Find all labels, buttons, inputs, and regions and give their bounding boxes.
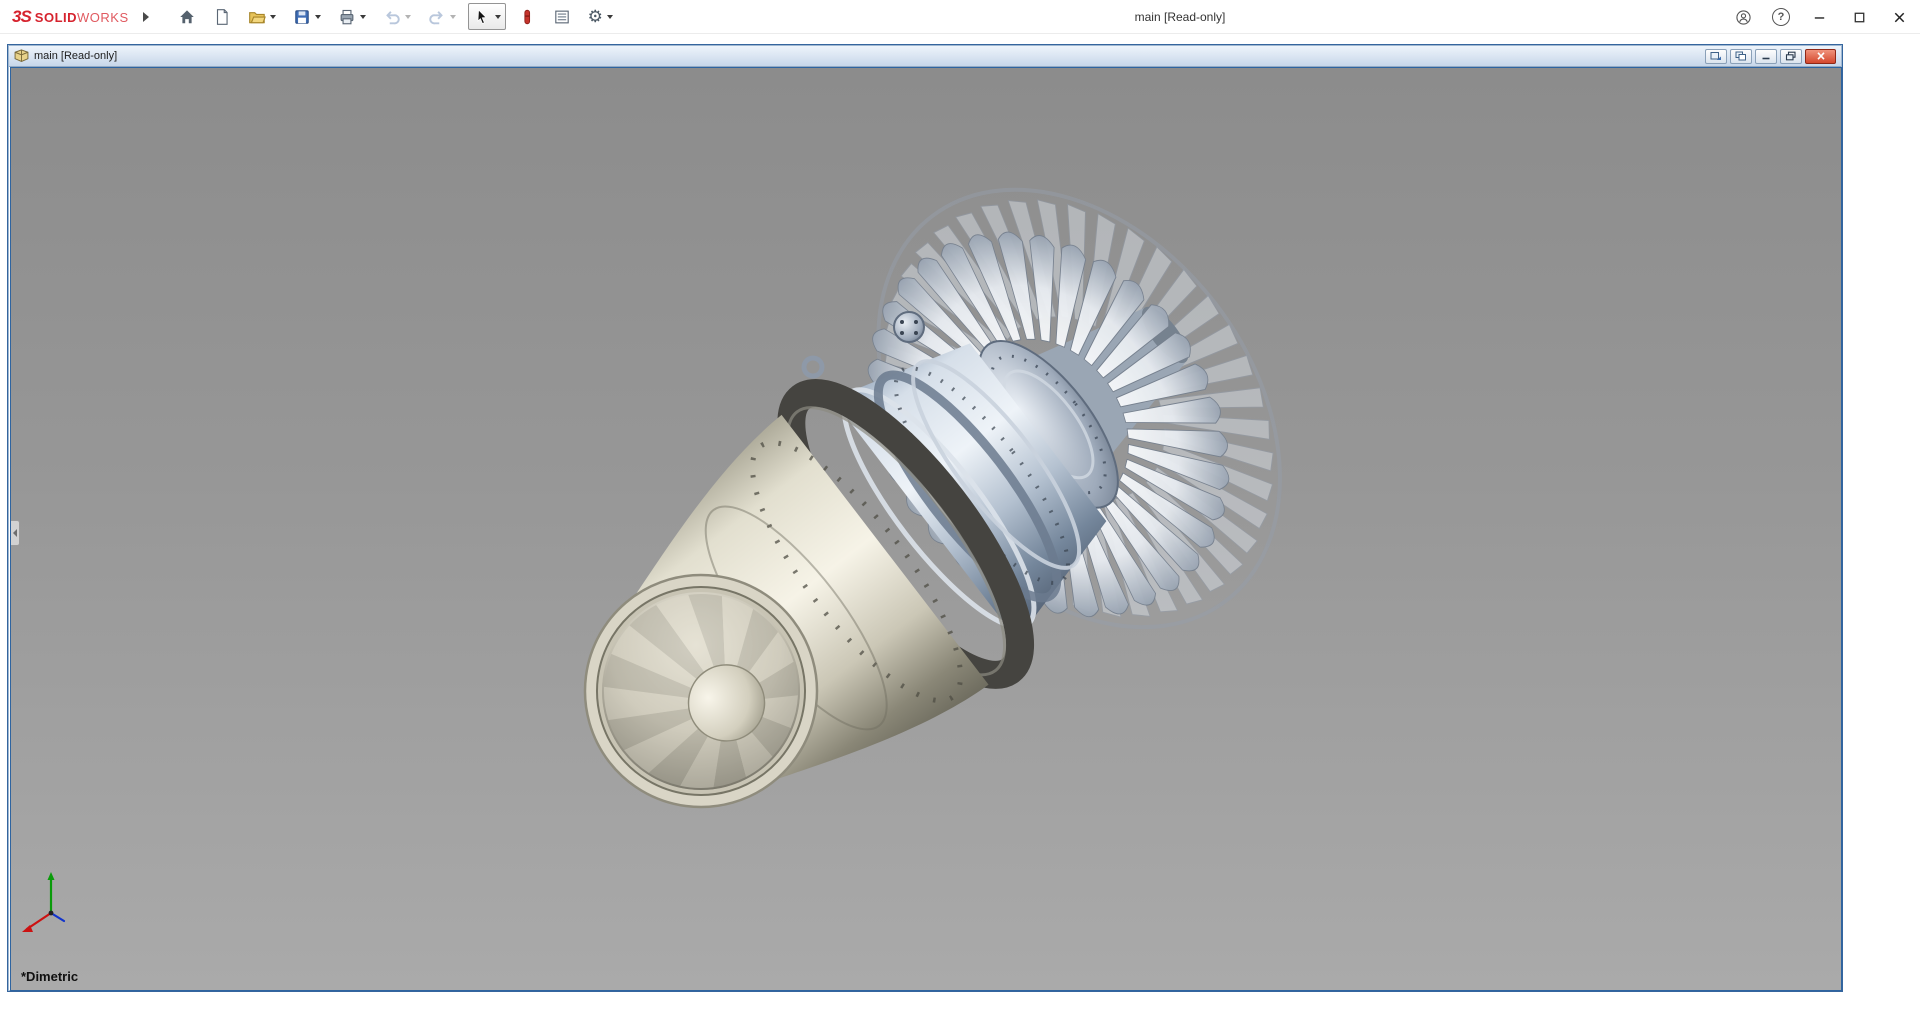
maximize-icon <box>1854 12 1864 22</box>
engine-model[interactable] <box>465 112 1363 959</box>
main-title-bar: 3S SOLID WORKS ⚙ main [Read-only] ? <box>0 0 1920 34</box>
redo-dropdown-chevron-icon[interactable] <box>449 14 456 19</box>
doc-minimize-button[interactable] <box>1755 48 1777 64</box>
save-floppy-icon <box>294 9 309 24</box>
print-button[interactable] <box>333 3 371 30</box>
red-capsule-icon <box>524 9 530 24</box>
doc-close-icon <box>1816 52 1825 60</box>
top-flange-fitting <box>893 311 925 343</box>
document-title-bar[interactable]: main [Read-only] <box>9 46 1841 67</box>
view-orientation-label: *Dimetric <box>21 969 79 984</box>
new-document-button[interactable] <box>208 3 236 30</box>
print-icon <box>340 9 354 24</box>
reference-triad[interactable] <box>22 872 66 932</box>
undo-dropdown-chevron-icon[interactable] <box>404 14 411 19</box>
doc-close-button[interactable] <box>1805 48 1836 64</box>
user-account-icon <box>1735 9 1751 25</box>
home-button[interactable] <box>173 3 201 30</box>
graphics-area[interactable]: *Dimetric <box>10 67 1842 991</box>
quick-tool-button[interactable] <box>513 3 541 30</box>
undo-button[interactable] <box>378 3 416 30</box>
account-button[interactable] <box>1732 5 1754 29</box>
save-dropdown-chevron-icon[interactable] <box>314 14 321 19</box>
minimize-button[interactable] <box>1808 5 1830 29</box>
help-button[interactable]: ? <box>1772 8 1790 26</box>
assembly-cube-icon <box>14 49 29 62</box>
options-dropdown-chevron-icon[interactable] <box>606 14 613 19</box>
close-button[interactable] <box>1888 5 1910 29</box>
help-glyph: ? <box>1777 11 1785 23</box>
redo-button[interactable] <box>423 3 461 30</box>
close-icon <box>1894 12 1904 22</box>
undo-icon <box>385 10 400 24</box>
solidworks-logo: 3S SOLID WORKS <box>12 7 129 27</box>
gear-icon: ⚙ <box>587 7 603 26</box>
engine-model-scene[interactable] <box>11 68 1842 991</box>
document-window-controls <box>1705 48 1836 64</box>
open-button[interactable] <box>243 3 281 30</box>
select-cursor-icon <box>477 8 487 24</box>
quick-access-toolbar: ⚙ <box>173 3 618 30</box>
doc-restore-icon <box>1785 51 1796 61</box>
doc-restore-button[interactable] <box>1780 48 1802 64</box>
minimize-icon <box>1814 16 1824 19</box>
select-dropdown-chevron-icon[interactable] <box>494 14 501 19</box>
main-window-title: main [Read-only] <box>1134 10 1226 24</box>
redo-icon <box>429 10 443 24</box>
select-tool-button[interactable] <box>467 3 506 30</box>
new-document-icon <box>216 8 228 25</box>
logo-3ds-mark: 3S <box>12 6 32 26</box>
task-pane-button[interactable] <box>548 3 576 30</box>
open-dropdown-chevron-icon[interactable] <box>269 14 276 19</box>
task-pane-icon <box>554 10 569 23</box>
doc-minimize-icon <box>1762 57 1770 60</box>
logo-solid-text: SOLID <box>34 9 78 25</box>
solidworks-app: 3S SOLID WORKS ⚙ main [Read-only] ? main… <box>0 0 1920 1032</box>
doc-arrange-button[interactable] <box>1730 48 1752 64</box>
print-dropdown-chevron-icon[interactable] <box>359 14 366 19</box>
arrange-windows-icon <box>1735 51 1746 61</box>
featuremanager-collapsed-tab[interactable] <box>11 520 20 546</box>
doc-popout-button[interactable] <box>1705 48 1727 64</box>
document-title: main [Read-only] <box>34 50 118 62</box>
document-window: main [Read-only] *Dimetric <box>7 44 1843 992</box>
options-button[interactable]: ⚙ <box>583 3 618 30</box>
logo-works-text: WORKS <box>77 9 129 25</box>
toolbar-expand-arrow-icon[interactable] <box>142 11 149 22</box>
popout-window-icon <box>1710 52 1721 60</box>
main-window-controls: ? <box>1732 0 1910 34</box>
open-folder-icon <box>248 11 266 23</box>
save-button[interactable] <box>288 3 326 30</box>
lifting-hook-fitting <box>801 355 825 379</box>
home-icon <box>179 9 194 23</box>
maximize-button[interactable] <box>1848 5 1870 29</box>
